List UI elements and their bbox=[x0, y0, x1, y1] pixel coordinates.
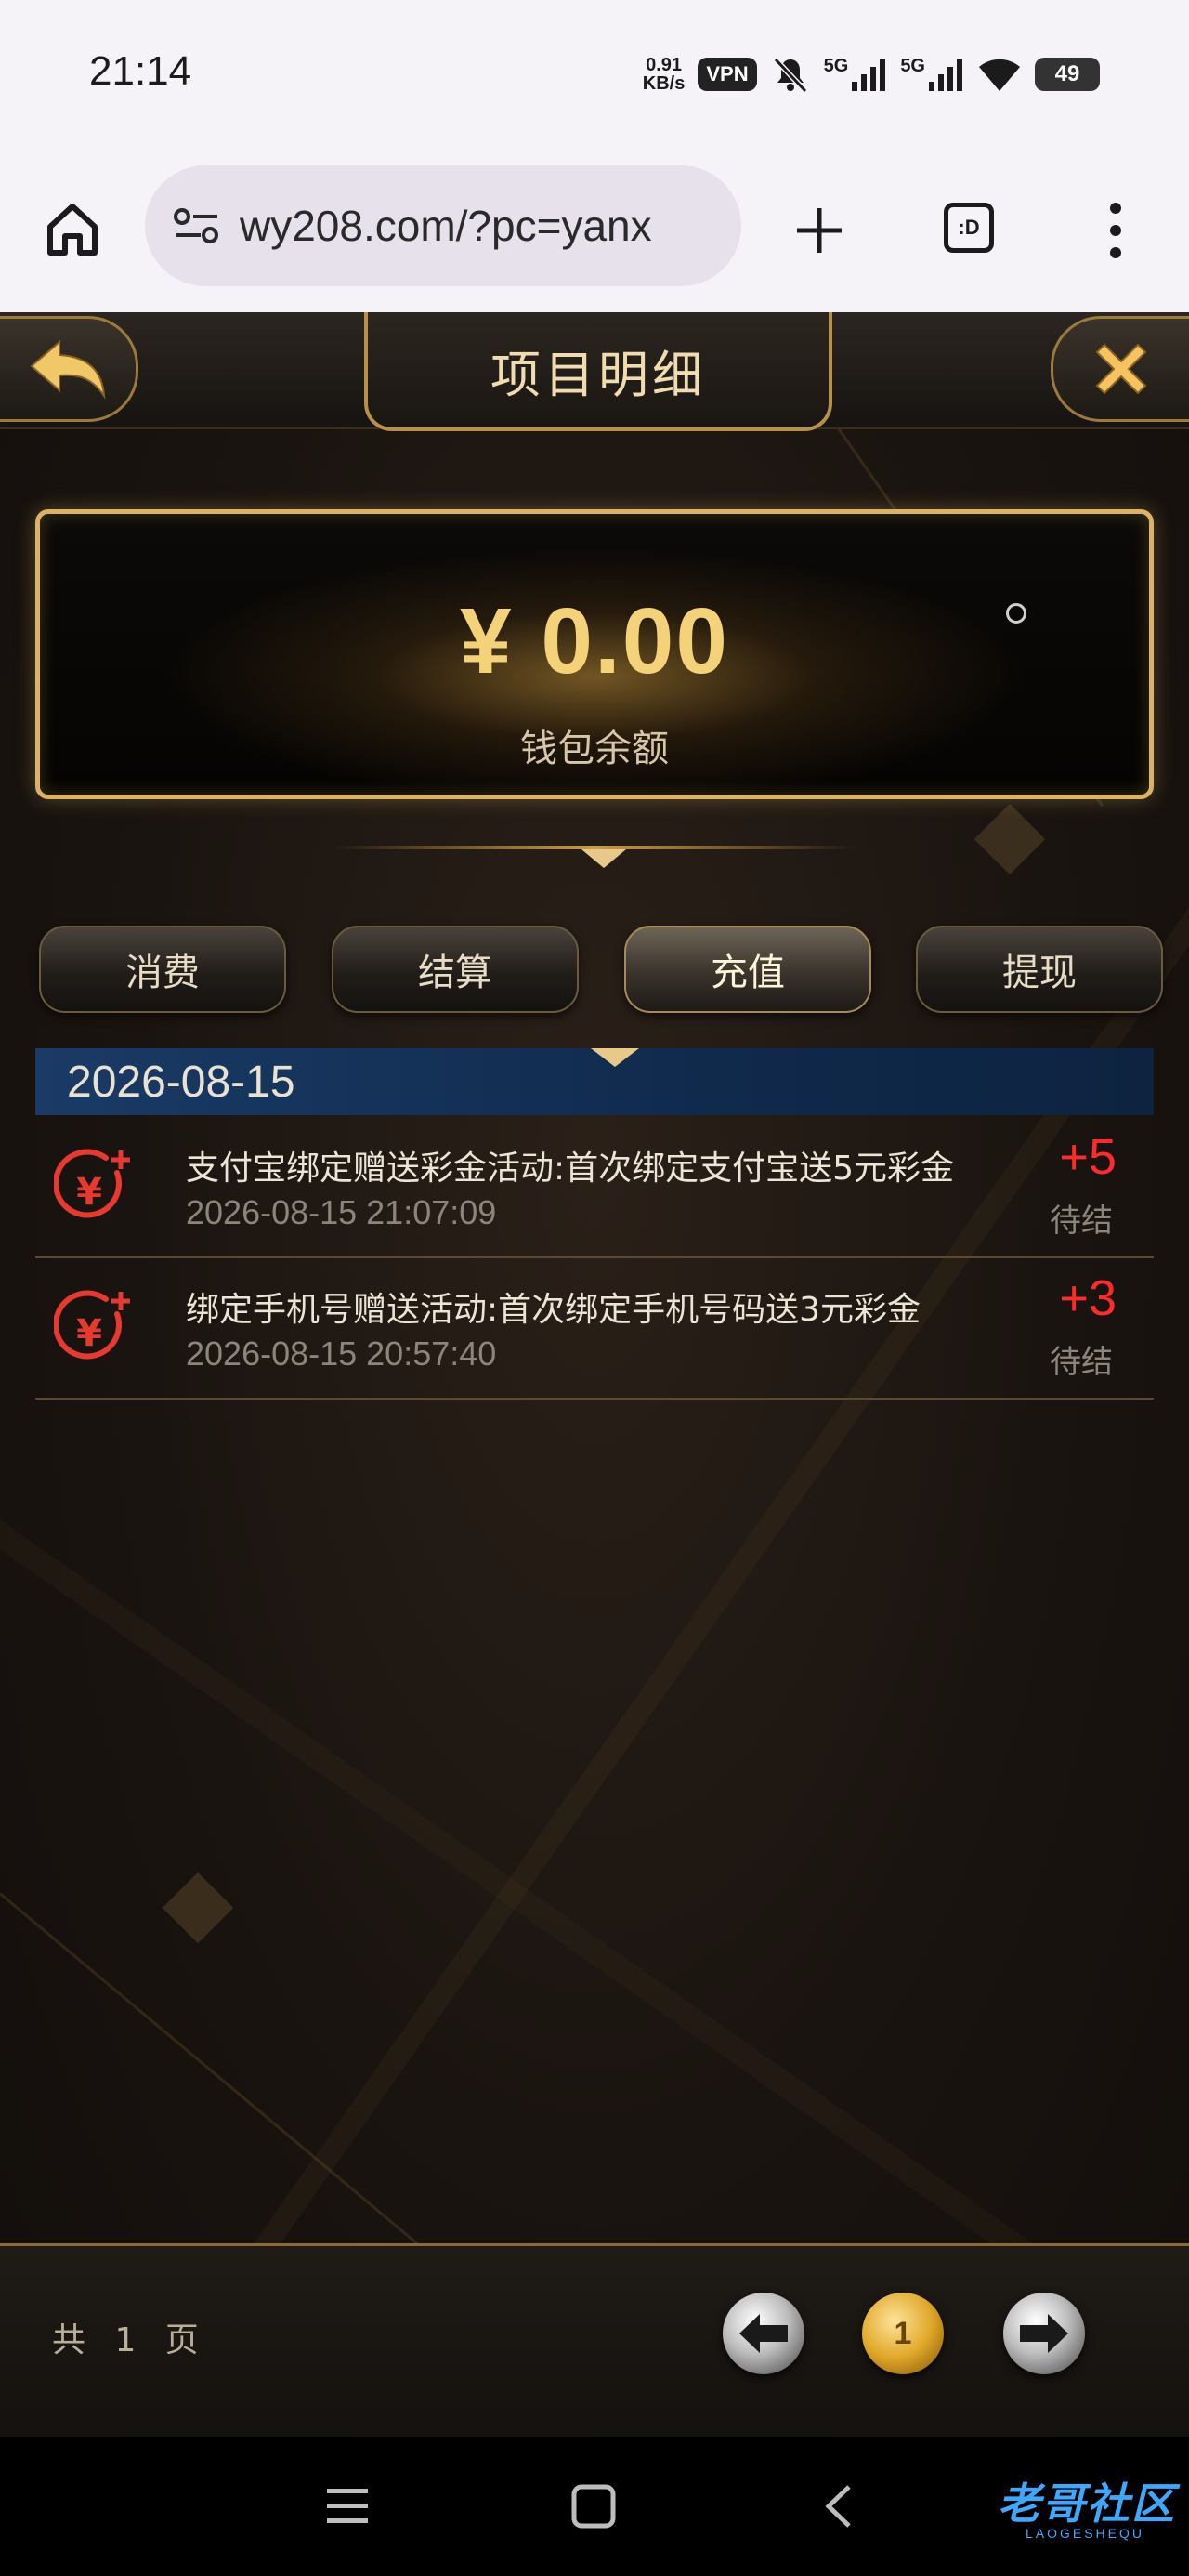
net-speed-value: 0.91 bbox=[646, 55, 683, 75]
record-amount: +5 bbox=[1059, 1129, 1117, 1185]
divider-arrow-icon bbox=[581, 849, 626, 868]
tab-label: 充值 bbox=[711, 952, 785, 994]
date-group-label: 2026-08-15 bbox=[67, 1057, 295, 1107]
more-menu-icon[interactable] bbox=[1102, 201, 1130, 260]
record-row[interactable]: ¥ 绑定手机号赠送活动:首次绑定手机号码送3元彩金 2026-08-15 20:… bbox=[35, 1258, 1154, 1400]
arrow-left-icon bbox=[739, 2314, 788, 2353]
tab-settlement[interactable]: 结算 bbox=[332, 926, 579, 1013]
signal-bars-icon bbox=[929, 59, 962, 91]
net-speed-unit: KB/s bbox=[642, 73, 686, 94]
record-title: 支付宝绑定赠送彩金活动:首次绑定支付宝送5元彩金 bbox=[186, 1150, 955, 1188]
wallet-label: 钱包余额 bbox=[520, 728, 669, 770]
record-status: 待结 bbox=[1050, 1203, 1113, 1240]
background-decoration bbox=[0, 1892, 428, 2254]
status-bar: 21:14 0.91 KB/s VPN 5G 5G 49 bbox=[0, 0, 1189, 149]
yuan-add-icon: ¥ bbox=[54, 1290, 130, 1360]
url-text[interactable]: wy208.com/?pc=yanx bbox=[240, 201, 723, 251]
back-arrow-icon bbox=[30, 339, 106, 400]
tab-label: 提现 bbox=[1002, 952, 1077, 994]
watermark-logo: 老哥社区 bbox=[998, 2478, 1176, 2529]
home-icon[interactable] bbox=[43, 199, 102, 258]
site-settings-icon[interactable] bbox=[173, 207, 221, 244]
signal-1-label: 5G bbox=[823, 56, 849, 76]
app-screen: 项目明细 ¥ 0.00 钱包余额 消费 结算 充值 提现 2026-08-15 … bbox=[0, 312, 1189, 2437]
signal-bars-icon bbox=[852, 59, 886, 91]
signal-2: 5G bbox=[900, 56, 964, 93]
close-icon bbox=[1095, 343, 1147, 395]
record-status: 待结 bbox=[1050, 1344, 1113, 1381]
home-nav-icon[interactable] bbox=[570, 2483, 617, 2530]
wallet-balance-card: ¥ 0.00 钱包余额 bbox=[35, 509, 1154, 799]
signal-2-label: 5G bbox=[900, 56, 925, 76]
tab-recharge[interactable]: 充值 bbox=[624, 926, 871, 1013]
wallet-amount: ¥ 0.00 bbox=[459, 589, 730, 693]
next-page-button[interactable] bbox=[1003, 2293, 1085, 2374]
record-row[interactable]: ¥ 支付宝绑定赠送彩金活动:首次绑定支付宝送5元彩金 2026-08-15 21… bbox=[35, 1117, 1154, 1258]
record-time: 2026-08-15 20:57:40 bbox=[186, 1334, 497, 1373]
watermark-subtext: LAOGESHEQU bbox=[1025, 2526, 1144, 2541]
tab-label: 消费 bbox=[125, 952, 200, 994]
back-button[interactable] bbox=[0, 316, 138, 422]
net-speed: 0.91 KB/s bbox=[643, 56, 686, 93]
svg-text:¥: ¥ bbox=[76, 1312, 102, 1355]
mute-icon bbox=[773, 57, 807, 94]
address-bar[interactable]: wy208.com/?pc=yanx bbox=[145, 165, 741, 286]
system-nav-bar: 老哥社区 LAOGESHEQU bbox=[0, 2437, 1189, 2576]
prev-page-button[interactable] bbox=[723, 2293, 804, 2374]
yuan-add-icon: ¥ bbox=[54, 1149, 130, 1218]
status-icons: 0.91 KB/s VPN 5G 5G 49 bbox=[643, 48, 1100, 100]
close-button[interactable] bbox=[1051, 316, 1189, 422]
tab-label: 结算 bbox=[418, 952, 492, 994]
new-tab-icon[interactable] bbox=[793, 204, 845, 256]
back-nav-icon[interactable] bbox=[821, 2483, 855, 2530]
battery-indicator: 49 bbox=[1035, 58, 1100, 91]
title-plate: 项目明细 bbox=[364, 312, 832, 431]
page-number-button[interactable]: 1 bbox=[862, 2293, 944, 2374]
svg-text:¥: ¥ bbox=[76, 1171, 102, 1214]
status-time: 21:14 bbox=[89, 48, 192, 94]
background-diamond bbox=[162, 1872, 234, 1944]
background-diamond bbox=[973, 803, 1046, 875]
app-header: 项目明细 bbox=[0, 312, 1189, 431]
record-time: 2026-08-15 21:07:09 bbox=[186, 1193, 497, 1231]
date-notch-icon bbox=[591, 1048, 639, 1067]
page-title: 项目明细 bbox=[490, 345, 706, 404]
tab-switcher-button[interactable]: :D bbox=[944, 203, 994, 253]
vpn-badge: VPN bbox=[698, 58, 757, 91]
arrow-right-icon bbox=[1020, 2314, 1068, 2353]
tab-withdraw[interactable]: 提现 bbox=[916, 926, 1163, 1013]
page-count: 共 1 页 bbox=[52, 2321, 208, 2359]
wifi-icon bbox=[979, 59, 1020, 91]
browser-toolbar: wy208.com/?pc=yanx :D bbox=[0, 149, 1189, 312]
recent-apps-icon[interactable] bbox=[325, 2485, 370, 2526]
pagination-bar: 共 1 页 1 bbox=[0, 2243, 1189, 2437]
record-amount: +3 bbox=[1059, 1270, 1117, 1326]
record-title: 绑定手机号赠送活动:首次绑定手机号码送3元彩金 bbox=[186, 1291, 921, 1329]
tab-consume[interactable]: 消费 bbox=[39, 926, 286, 1013]
signal-1: 5G bbox=[824, 56, 888, 93]
